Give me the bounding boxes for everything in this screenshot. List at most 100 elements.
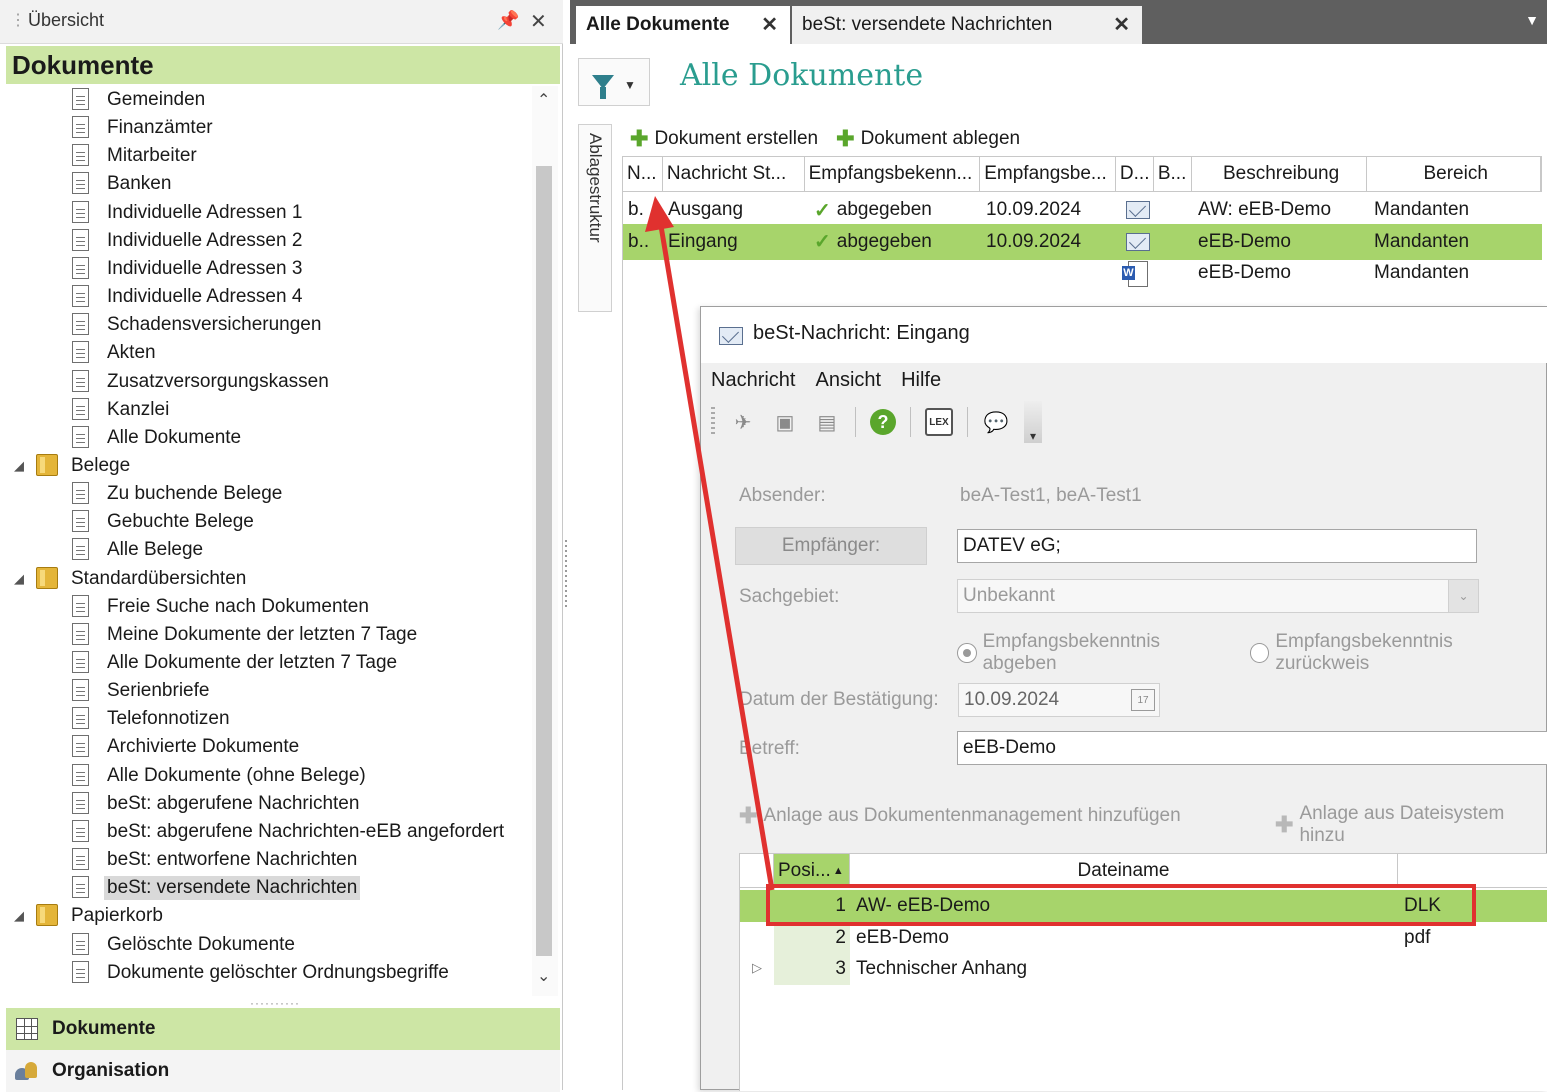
send-icon[interactable]: ✈ — [729, 408, 757, 436]
datum-field[interactable]: 10.09.2024 17 — [958, 683, 1160, 717]
tree-item[interactable]: beSt: abgerufene Nachrichten — [72, 790, 362, 818]
comment-icon[interactable]: 💬 — [982, 408, 1010, 436]
close-icon[interactable]: ✕ — [530, 9, 547, 34]
tree-item[interactable]: Serienbriefe — [72, 677, 212, 705]
toolbar-overflow-icon[interactable]: ▾ — [1024, 401, 1042, 443]
expand-toggle-icon[interactable]: ◢ — [14, 908, 30, 924]
tree-item[interactable]: Alle Dokumente der letzten 7 Tage — [72, 649, 400, 677]
tree-item[interactable]: Archivierte Dokumente — [72, 733, 302, 761]
lex-icon[interactable]: LEX — [925, 408, 953, 436]
tree-item[interactable]: beSt: abgerufene Nachrichten-eEB angefor… — [72, 818, 507, 846]
save-as-icon[interactable]: ▤ — [813, 408, 841, 436]
save-icon[interactable]: ▣ — [771, 408, 799, 436]
tree-item-label: beSt: abgerufene Nachrichten — [107, 792, 360, 814]
side-tab-ablagestruktur[interactable]: Ablagestruktur — [578, 124, 612, 312]
nav-button-dokumente[interactable]: Dokumente — [6, 1008, 560, 1050]
panel-splitter[interactable] — [563, 540, 569, 610]
column-header[interactable]: Nachricht St... — [663, 157, 805, 191]
calendar-icon[interactable]: 17 — [1131, 689, 1155, 711]
column-dateiname-label: Dateiname — [1077, 860, 1170, 881]
filter-button[interactable]: ▼ — [578, 58, 650, 106]
tree-item[interactable]: Meine Dokumente der letzten 7 Tage — [72, 621, 420, 649]
close-icon[interactable]: ✕ — [1113, 12, 1130, 37]
tree-item[interactable]: Alle Belege — [72, 536, 206, 564]
tree-item[interactable]: Gemeinden — [72, 86, 208, 114]
betreff-field[interactable]: eEB-Demo — [957, 731, 1547, 765]
column-position[interactable]: Posi... ▲ — [774, 854, 850, 888]
create-document-button[interactable]: ✚ Dokument erstellen — [630, 126, 818, 152]
column-header[interactable]: B... — [1154, 157, 1192, 191]
tree-item[interactable]: Gelöschte Dokumente — [72, 931, 298, 959]
tree-item[interactable]: Mitarbeiter — [72, 142, 200, 170]
tab-alle-dokumente[interactable]: Alle Dokumente ✕ — [576, 6, 790, 44]
help-icon[interactable]: ? — [870, 409, 896, 435]
expand-row-icon[interactable]: ▷ — [752, 960, 762, 976]
column-header[interactable]: Bereich — [1367, 157, 1541, 191]
column-header[interactable]: N... — [623, 157, 663, 191]
cell-text: 10.09.2024 — [986, 230, 1082, 252]
chevron-down-icon[interactable]: ⌄ — [1448, 580, 1478, 612]
tree-item[interactable]: Kanzlei — [72, 396, 172, 424]
table-cell — [1116, 255, 1154, 291]
tree-item[interactable]: Alle Dokumente — [72, 424, 244, 452]
folder-icon — [36, 566, 58, 591]
tree-item[interactable]: ◢ Standardübersichten — [14, 565, 249, 593]
column-dateiname[interactable]: Dateiname — [850, 854, 1398, 888]
tree-item[interactable]: Telefonnotizen — [72, 705, 233, 733]
column-header[interactable]: D... — [1116, 157, 1154, 191]
menu-hilfe[interactable]: Hilfe — [901, 369, 941, 392]
tree-item[interactable]: Finanzämter — [72, 114, 216, 142]
attachment-row[interactable]: ▷ 3 Technischer Anhang — [740, 953, 1547, 985]
tree-item-label: Kanzlei — [107, 398, 170, 420]
nav-button-organisation[interactable]: Organisation — [6, 1050, 560, 1092]
document-icon — [72, 960, 92, 985]
tree-item[interactable]: Banken — [72, 170, 174, 198]
tree-item[interactable]: Dokumente gelöschter Ordnungsbegriffe — [72, 959, 452, 987]
table-row[interactable]: eEB-Demo Mandanten — [622, 255, 1542, 291]
column-header[interactable]: Empfangsbekenn... — [805, 157, 981, 191]
radio-reject-ack[interactable]: Empfangsbekenntnis zurückweis — [1249, 631, 1546, 675]
menu-ansicht[interactable]: Ansicht — [815, 369, 881, 392]
column-header[interactable]: Empfangsbe... — [980, 157, 1116, 191]
tree-item[interactable]: Freie Suche nach Dokumenten — [72, 593, 372, 621]
tree-item[interactable]: beSt: versendete Nachrichten — [72, 874, 361, 902]
tree-item[interactable]: beSt: entworfene Nachrichten — [72, 846, 360, 874]
scrollbar-thumb[interactable] — [536, 166, 552, 956]
tree-item[interactable]: ◢ Belege — [14, 452, 133, 480]
add-from-filesystem-button[interactable]: ✚ Anlage aus Dateisystem hinzu — [1275, 803, 1546, 847]
file-document-button[interactable]: ✚ Dokument ablegen — [836, 126, 1020, 152]
tree-item[interactable]: Individuelle Adressen 4 — [72, 283, 305, 311]
add-from-dms-button[interactable]: ✚ Anlage aus Dokumentenmanagement hinzuf… — [739, 803, 1181, 829]
tree-item[interactable]: ◢ Papierkorb — [14, 902, 166, 930]
grip-icon[interactable]: ⋮ — [10, 10, 26, 30]
tree-item[interactable]: Zu buchende Belege — [72, 480, 285, 508]
document-icon — [72, 848, 92, 872]
tree-item[interactable]: Alle Dokumente (ohne Belege) — [72, 762, 369, 790]
sachgebiet-select[interactable]: Unbekannt ⌄ — [957, 579, 1479, 613]
expand-toggle-icon[interactable]: ◢ — [14, 571, 30, 587]
tree-item[interactable]: Individuelle Adressen 2 — [72, 227, 305, 255]
chevron-up-icon[interactable]: ⌃ — [537, 90, 550, 110]
tab-menu-dropdown-icon[interactable]: ▼ — [1525, 12, 1539, 28]
tree-item[interactable]: Akten — [72, 339, 159, 367]
column-header[interactable]: Beschreibung — [1192, 157, 1368, 191]
radio-give-ack[interactable]: Empfangsbekenntnis abgeben — [957, 631, 1234, 675]
menu-nachricht[interactable]: Nachricht — [711, 369, 795, 392]
chevron-down-icon[interactable]: ⌄ — [537, 966, 550, 986]
tree-scrollbar[interactable]: ⌃ ⌄ — [532, 86, 558, 996]
empfaenger-button[interactable]: Empfänger: — [735, 527, 927, 565]
empfaenger-field[interactable]: DATEV eG; — [957, 529, 1477, 563]
close-icon[interactable]: ✕ — [761, 12, 778, 37]
toolbar-grip[interactable] — [711, 407, 715, 437]
tab-best-versendete-nachrichten[interactable]: beSt: versendete Nachrichten ✕ — [792, 6, 1142, 44]
attachment-row[interactable]: 2 eEB-Demo pdf — [740, 921, 1547, 954]
pin-icon[interactable]: 📌 — [497, 10, 519, 31]
tree-item[interactable]: Zusatzversorgungskassen — [72, 368, 332, 396]
expand-toggle-icon[interactable]: ◢ — [14, 458, 30, 474]
tree-item[interactable]: Gebuchte Belege — [72, 508, 257, 536]
tree-item[interactable]: Schadensversicherungen — [72, 311, 324, 339]
tree-item[interactable]: Individuelle Adressen 1 — [72, 199, 305, 227]
section-header-label: Dokumente — [12, 50, 154, 80]
tree-item[interactable]: Individuelle Adressen 3 — [72, 255, 305, 283]
document-icon — [72, 510, 92, 534]
